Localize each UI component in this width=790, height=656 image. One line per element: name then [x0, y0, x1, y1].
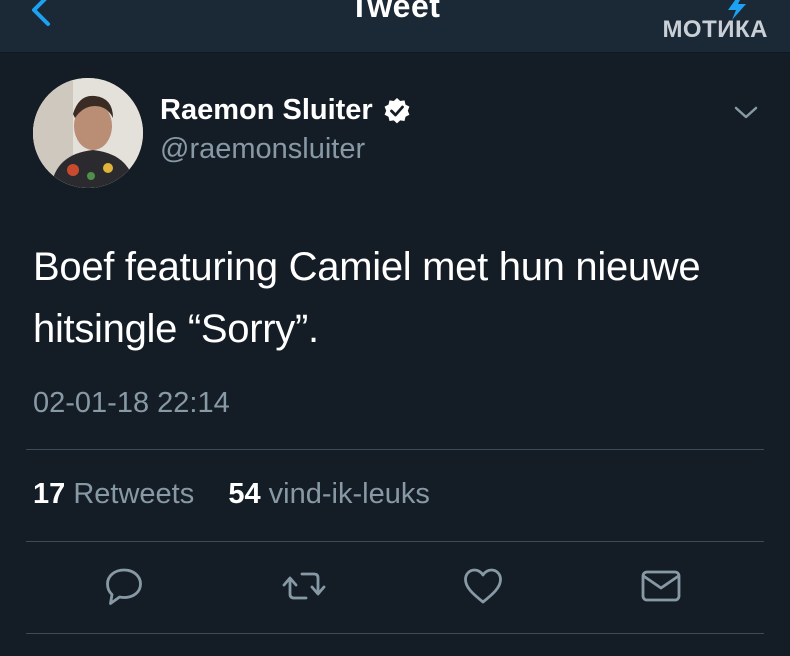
- retweet-icon[interactable]: [282, 564, 326, 608]
- watermark-text: МОТИКА: [662, 16, 768, 43]
- likes-label[interactable]: vind-ik-leuks: [269, 478, 430, 510]
- retweets-count[interactable]: 17: [33, 478, 65, 510]
- heart-icon[interactable]: [461, 564, 505, 608]
- chevron-down-icon[interactable]: [732, 100, 760, 124]
- navigation-bar: Tweet МОТИКА: [0, 0, 790, 53]
- author-name-row: Raemon Sluiter: [160, 94, 411, 127]
- tweet-timestamp: 02-01-18 22:14: [33, 387, 230, 419]
- retweets-label[interactable]: Retweets: [73, 478, 194, 510]
- divider: [26, 449, 764, 450]
- tweet-text-line: Boef featuring Camiel met hun nieuwe: [33, 245, 701, 289]
- likes-count[interactable]: 54: [228, 478, 260, 510]
- lightning-icon: [728, 0, 746, 20]
- avatar[interactable]: [33, 78, 143, 188]
- tweet-text: Boef featuring Camiel met hun nieuwe hit…: [33, 236, 773, 360]
- tweet-actions: [0, 564, 790, 614]
- tweet-text-line: hitsingle “Sorry”.: [33, 307, 319, 351]
- tweet-stats: 17 Retweets 54 vind-ik-leuks: [33, 478, 430, 511]
- verified-badge-icon: [384, 97, 410, 123]
- watermark-logo: МОТИКА: [662, 0, 768, 44]
- author-handle[interactable]: @raemonsluiter: [160, 133, 365, 166]
- author-name[interactable]: Raemon Sluiter: [160, 94, 373, 127]
- avatar-photo: [33, 78, 143, 188]
- mail-icon[interactable]: [639, 564, 683, 608]
- divider: [26, 541, 764, 542]
- divider: [26, 633, 764, 634]
- reply-icon[interactable]: [102, 564, 146, 608]
